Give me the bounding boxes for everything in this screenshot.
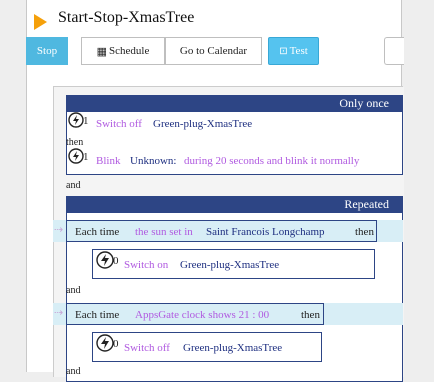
rep2-then: then xyxy=(301,309,320,321)
only-once-header: Only once xyxy=(66,95,403,111)
rep2-condition[interactable]: AppsGate clock shows 21 : 00 xyxy=(135,309,269,321)
drag-handle-icon[interactable]: ⇢ xyxy=(54,223,63,236)
svg-text:1: 1 xyxy=(83,115,89,127)
rep1-place[interactable]: Saint Francois Longchamp xyxy=(206,226,325,238)
and-connector: and xyxy=(66,180,81,191)
once-action1-device[interactable]: Green-plug-XmasTree xyxy=(153,118,252,130)
power-action-icon: 0 xyxy=(96,251,119,269)
collapse-arrow-icon[interactable] xyxy=(34,14,47,30)
test-button[interactable]: ⊡ Test xyxy=(268,37,319,65)
once-action1-verb[interactable]: Switch off xyxy=(96,118,142,130)
rep1-device[interactable]: Green-plug-XmasTree xyxy=(180,259,279,271)
truncated-button[interactable] xyxy=(384,37,404,65)
program-title: Start-Stop-XmasTree xyxy=(58,9,195,26)
once-action2-verb[interactable]: Blink xyxy=(96,155,120,167)
calendar-icon: ▦ xyxy=(96,45,108,58)
svg-text:1: 1 xyxy=(83,151,89,163)
test-icon: ⊡ xyxy=(279,45,288,57)
once-action2-device[interactable]: Unknown: xyxy=(130,155,176,167)
rep2-device[interactable]: Green-plug-XmasTree xyxy=(183,342,282,354)
rep1-verb[interactable]: Switch on xyxy=(124,259,168,271)
go-to-calendar-button[interactable]: Go to Calendar xyxy=(165,37,262,65)
then-connector: then xyxy=(66,137,84,148)
power-action-icon: 0 xyxy=(96,334,119,352)
repeated-header: Repeated xyxy=(66,196,403,212)
stop-button[interactable]: Stop xyxy=(26,37,68,65)
power-action-icon: 1 xyxy=(68,148,89,164)
power-action-icon: 1 xyxy=(68,112,89,128)
schedule-button[interactable]: ▦ Schedule xyxy=(81,37,165,65)
rep2-verb[interactable]: Switch off xyxy=(124,342,170,354)
drag-handle-icon[interactable]: ⇢ xyxy=(54,306,63,319)
once-action2-detail[interactable]: during 20 seconds and blink it normally xyxy=(184,155,359,167)
svg-text:0: 0 xyxy=(113,338,119,350)
rep1-condition[interactable]: the sun set in xyxy=(135,226,193,238)
svg-text:0: 0 xyxy=(113,255,119,267)
and-connector: and xyxy=(66,285,81,296)
rep1-then: then xyxy=(355,226,374,238)
rep1-each: Each time xyxy=(75,226,120,238)
rep2-each: Each time xyxy=(75,309,120,321)
